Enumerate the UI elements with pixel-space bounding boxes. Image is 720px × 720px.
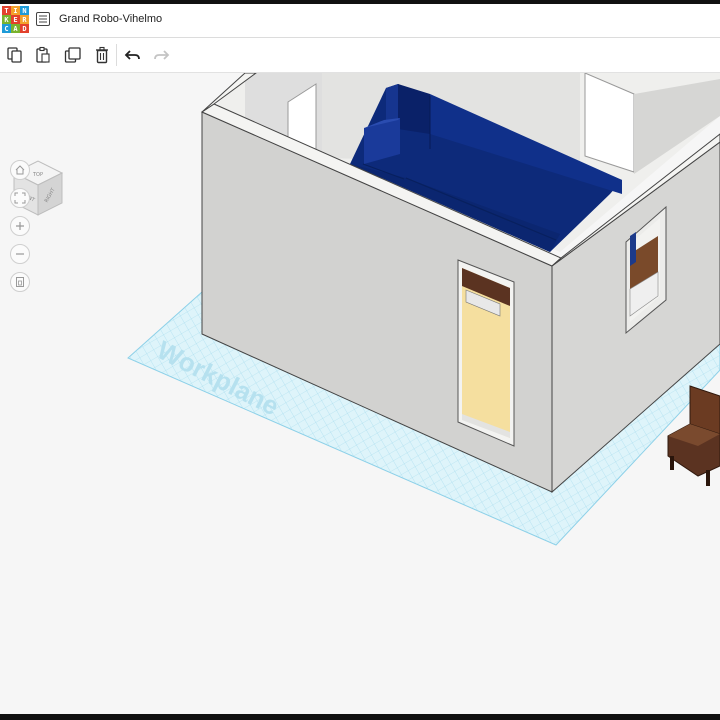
logo-letter: E: [11, 15, 20, 24]
duplicate-icon[interactable]: [64, 46, 82, 64]
logo-letter: T: [2, 6, 11, 15]
minus-icon: [16, 253, 24, 255]
copy-icon[interactable]: [6, 46, 24, 64]
logo-letter: D: [20, 24, 29, 33]
perspective-toggle-button[interactable]: [10, 272, 30, 292]
viewcube-top-label: TOP: [32, 172, 43, 178]
logo-letter: C: [2, 24, 11, 33]
logo-letter: K: [2, 15, 11, 24]
paste-icon[interactable]: [34, 46, 52, 64]
redo-icon[interactable]: [152, 46, 170, 64]
edit-toolbar: [0, 38, 720, 73]
undo-icon[interactable]: [124, 46, 142, 64]
home-icon: [15, 165, 25, 175]
title-bar: T I N K E R C A D Grand Robo-Vihelmo: [0, 4, 720, 38]
trash-icon[interactable]: [93, 46, 111, 64]
home-view-button[interactable]: [10, 160, 30, 180]
logo-letter: A: [11, 24, 20, 33]
toolbar-divider: [116, 44, 117, 66]
design-list-icon[interactable]: [36, 12, 50, 26]
logo-letter: I: [11, 6, 20, 15]
fit-view-icon: [14, 192, 26, 204]
tinkercad-logo[interactable]: T I N K E R C A D: [2, 6, 29, 33]
perspective-icon: [16, 277, 24, 287]
logo-letter: R: [20, 15, 29, 24]
doorway[interactable]: [457, 259, 515, 447]
zoom-out-button[interactable]: [10, 244, 30, 264]
zoom-in-button[interactable]: [10, 216, 30, 236]
design-title[interactable]: Grand Robo-Vihelmo: [59, 13, 162, 25]
tinkercad-editor: T I N K E R C A D Grand Robo-Vihelmo Wor…: [0, 4, 720, 714]
fit-view-button[interactable]: [10, 188, 30, 208]
logo-letter: N: [20, 6, 29, 15]
3d-viewport[interactable]: Workplane TOP RIGHT: [0, 73, 720, 714]
plus-icon: [16, 222, 24, 230]
scene-canvas[interactable]: Workplane: [0, 73, 720, 714]
